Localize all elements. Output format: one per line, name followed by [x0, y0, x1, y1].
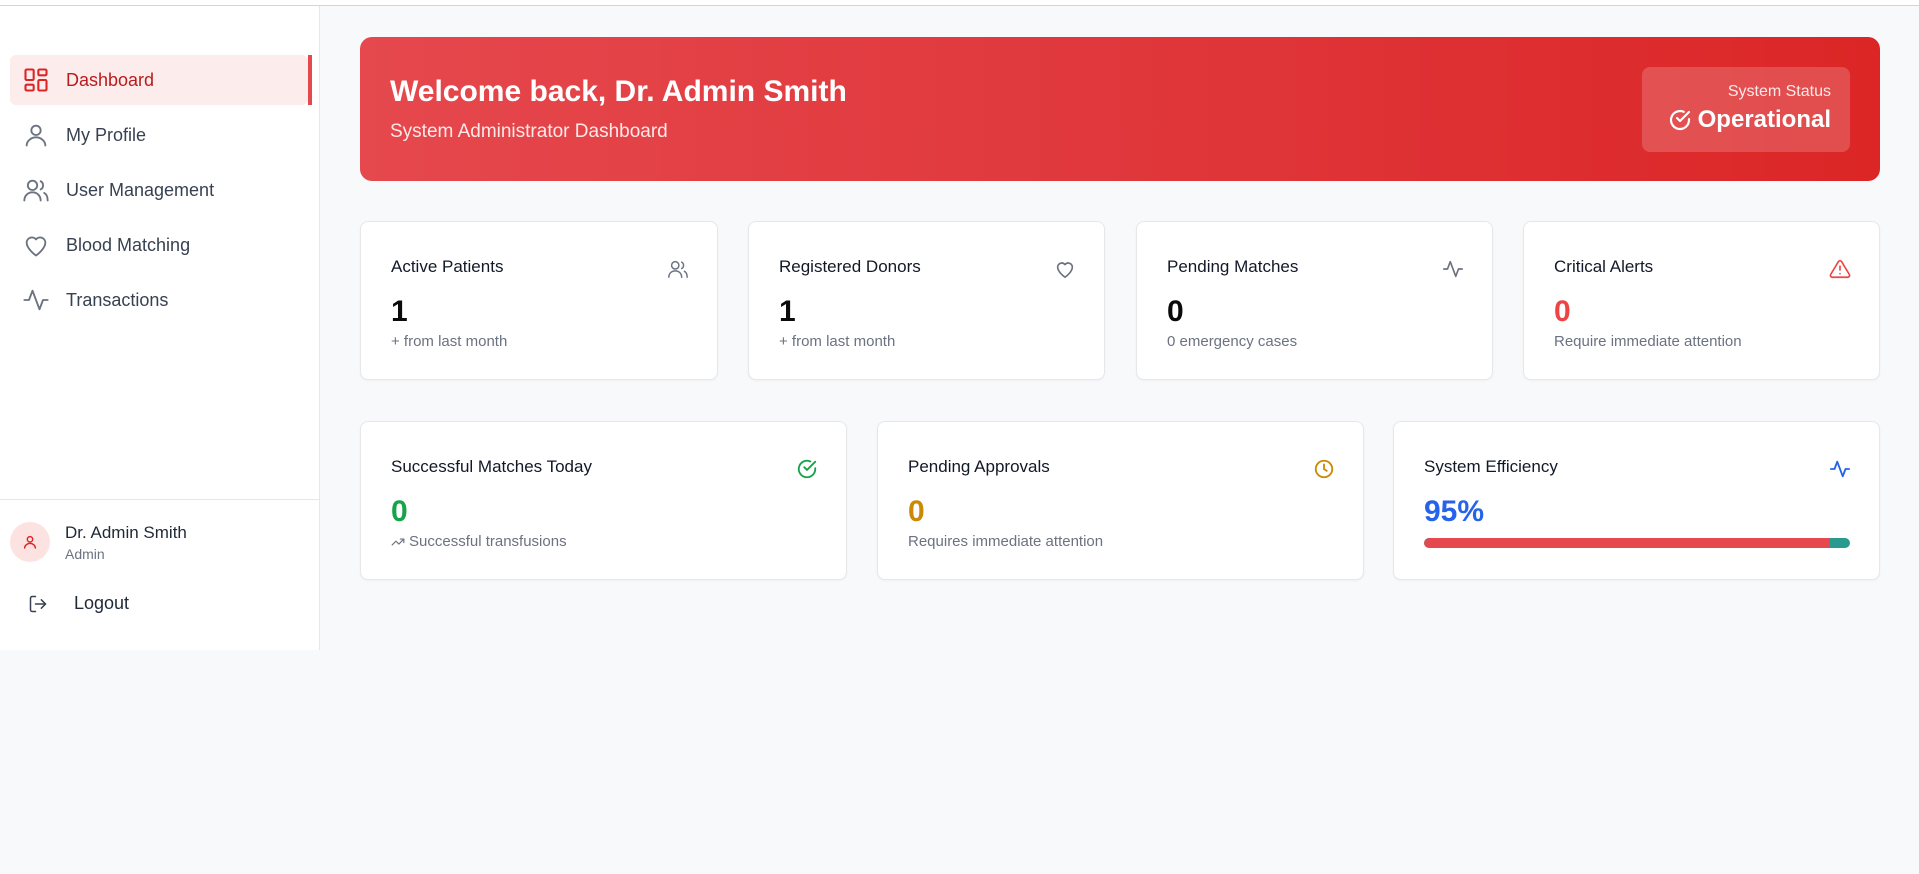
sidebar-item-label: Transactions: [66, 289, 169, 310]
heart-icon: [22, 231, 50, 259]
sidebar-item-transactions[interactable]: Transactions: [10, 275, 308, 325]
check-circle-icon: [797, 459, 817, 479]
card-value: 0: [908, 495, 925, 528]
sidebar-item-blood-matching[interactable]: Blood Matching: [10, 220, 308, 270]
system-status-label: System Status: [1727, 83, 1831, 100]
stat-card-critical-alerts: Critical Alerts 0 Require immediate atte…: [1523, 221, 1880, 380]
summary-card-system-efficiency: System Efficiency 95%: [1393, 421, 1880, 580]
card-title: Pending Approvals: [908, 457, 1050, 476]
card-value: 0: [1167, 295, 1184, 328]
avatar-user-icon: [23, 535, 37, 549]
stat-card-active-patients: Active Patients 1 + from last month: [360, 221, 718, 380]
card-subtext: 0 emergency cases: [1167, 333, 1298, 350]
logout-label: Logout: [74, 593, 130, 613]
user-role: Admin: [65, 545, 105, 562]
alert-triangle-icon: [1829, 259, 1851, 279]
heart-icon: [1056, 262, 1074, 279]
welcome-title: Welcome back, Dr. Admin Smith: [390, 75, 847, 108]
card-value: 1: [779, 295, 796, 328]
sidebar-item-dashboard[interactable]: Dashboard: [10, 55, 312, 105]
card-subtext: + from last month: [779, 333, 896, 350]
sidebar-item-user-management[interactable]: User Management: [10, 165, 308, 215]
card-subtext: Requires immediate attention: [908, 533, 1104, 550]
card-subtext: Require immediate attention: [1554, 333, 1742, 350]
efficiency-progress-fill: [1424, 538, 1829, 548]
sidebar-item-label: My Profile: [66, 124, 147, 145]
sidebar-item-label: User Management: [66, 179, 215, 200]
stat-card-registered-donors: Registered Donors 1 + from last month: [748, 221, 1105, 380]
card-value: 0: [391, 495, 408, 528]
system-status-text: Operational: [1697, 106, 1831, 133]
users-icon: [22, 176, 50, 204]
sidebar-item-my-profile[interactable]: My Profile: [10, 110, 308, 160]
card-title: Critical Alerts: [1554, 257, 1654, 276]
logout-icon: [29, 595, 47, 612]
welcome-subtitle: System Administrator Dashboard: [390, 121, 668, 142]
user-info: Dr. Admin Smith Admin: [10, 522, 187, 562]
users-icon: [668, 260, 688, 278]
card-value: 95%: [1424, 495, 1485, 528]
system-status-value: Operational: [1642, 106, 1831, 134]
card-subtext-label: Successful transfusions: [409, 533, 567, 550]
card-title: Pending Matches: [1167, 257, 1299, 276]
dashboard-grid-icon: [22, 66, 50, 94]
trending-up-icon: [391, 538, 405, 545]
sidebar-divider: [0, 499, 319, 500]
card-title: Registered Donors: [779, 257, 921, 276]
user-icon: [22, 121, 50, 149]
sidebar: Dashboard My Profile User Management Blo…: [0, 6, 320, 650]
clock-icon: [1314, 459, 1334, 479]
summary-card-pending-approvals: Pending Approvals 0 Requires immediate a…: [877, 421, 1364, 580]
card-value: 0: [1554, 295, 1571, 328]
sidebar-item-label: Blood Matching: [66, 234, 191, 255]
logout-button[interactable]: Logout: [28, 593, 129, 614]
card-value: 1: [391, 295, 408, 328]
summary-card-successful-matches: Successful Matches Today 0 Successful tr…: [360, 421, 847, 580]
card-title: System Efficiency: [1424, 457, 1558, 476]
sidebar-nav: Dashboard My Profile User Management Blo…: [10, 55, 312, 330]
check-circle-icon: [1669, 109, 1690, 131]
card-title: Successful Matches Today: [391, 457, 592, 476]
avatar: [10, 522, 50, 562]
activity-icon: [22, 286, 50, 314]
activity-icon: [1829, 460, 1851, 478]
card-subtext: + from last month: [391, 333, 508, 350]
stat-card-pending-matches: Pending Matches 0 0 emergency cases: [1136, 221, 1493, 380]
card-title: Active Patients: [391, 257, 504, 276]
user-name: Dr. Admin Smith: [65, 522, 187, 542]
welcome-banner: Welcome back, Dr. Admin Smith System Adm…: [360, 37, 1880, 181]
card-subtext: Successful transfusions: [391, 533, 567, 550]
activity-icon: [1443, 260, 1463, 278]
efficiency-progress-bar: [1424, 538, 1850, 548]
sidebar-item-label: Dashboard: [66, 69, 155, 90]
system-status-box: System Status Operational: [1642, 67, 1850, 152]
